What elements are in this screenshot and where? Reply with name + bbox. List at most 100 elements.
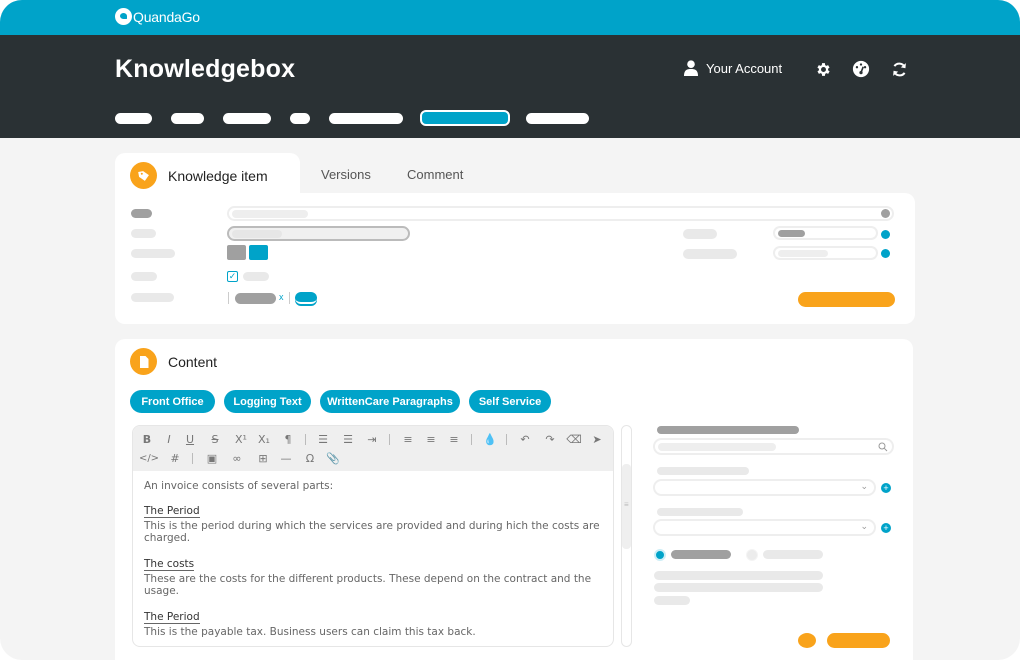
panel-select-1[interactable]: ⌄ [653, 479, 876, 496]
italic-icon[interactable]: I [162, 432, 176, 446]
divider [289, 292, 290, 304]
checkbox[interactable]: ✓ [227, 271, 238, 282]
refresh-button[interactable] [889, 59, 909, 79]
top-bar: QuandaGo [0, 0, 1020, 35]
panel-search-input[interactable] [653, 438, 894, 455]
toolbar-separator [506, 434, 507, 445]
refresh-icon [892, 62, 906, 76]
header: Knowledgebox Your Account [0, 35, 1020, 138]
horizontal-rule-icon[interactable]: — [279, 451, 293, 465]
section-heading: The costs [144, 558, 195, 571]
chevron-down-icon: ⌄ [860, 521, 868, 531]
nav-item[interactable] [526, 113, 589, 124]
bold-icon[interactable]: B [140, 432, 154, 446]
panel-select-2[interactable]: ⌄ [653, 519, 876, 536]
add-icon[interactable]: + [881, 523, 891, 533]
category-front-office[interactable]: Front Office [130, 390, 215, 413]
content-header: Content [130, 348, 217, 375]
subscript-icon[interactable]: X₁ [257, 432, 271, 446]
save-button[interactable] [798, 292, 895, 307]
undo-icon[interactable]: ↶ [518, 432, 532, 446]
radio-label [671, 550, 731, 559]
special-char-icon[interactable]: Ω [303, 451, 317, 465]
section-heading: The Period [144, 505, 200, 518]
right-input-2[interactable] [773, 246, 878, 260]
redo-icon[interactable]: ↷ [543, 432, 557, 446]
toolbar-separator [305, 434, 306, 445]
nav-item[interactable] [171, 113, 204, 124]
page-title: Knowledgebox [115, 55, 296, 83]
section-text: This is the period during which the serv… [144, 520, 600, 544]
tag-icon [130, 162, 157, 189]
editor-toolbar: B I U S X¹ X₁ ¶ ☰ ☰ ⇥ ≡ ≡ ≡ 💧 ↶ ↷ ⌫ ➤ </… [133, 426, 613, 471]
toolbar-separator [192, 453, 193, 464]
indent-icon[interactable]: ⇥ [365, 432, 379, 446]
attachment-icon[interactable]: 📎 [326, 451, 340, 465]
ordered-list-icon[interactable]: ☰ [316, 432, 330, 446]
tag-chip[interactable] [235, 293, 276, 304]
tab-versions[interactable]: Versions [321, 167, 371, 182]
field-label [131, 229, 156, 238]
logo[interactable]: QuandaGo [115, 8, 200, 25]
remove-tag-icon[interactable]: x [279, 292, 284, 302]
link-icon[interactable]: ∞ [230, 451, 244, 465]
image-icon[interactable]: ▣ [205, 451, 219, 465]
color-drop-icon[interactable]: 💧 [483, 432, 497, 446]
chevron-down-icon: ⌄ [860, 481, 868, 491]
option-blue[interactable] [249, 245, 268, 260]
info-dot[interactable] [881, 249, 890, 258]
grip-icon: ≡ [624, 500, 629, 509]
select-cursor-icon[interactable]: ➤ [590, 432, 604, 446]
align-right-icon[interactable]: ≡ [447, 432, 461, 446]
unordered-list-icon[interactable]: ☰ [341, 432, 355, 446]
category-writtencare-paragraphs[interactable]: WrittenCare Paragraphs [320, 390, 460, 413]
editor-content[interactable]: An invoice consists of several parts: Th… [133, 471, 613, 646]
primary-action-button[interactable] [827, 633, 890, 648]
title-input[interactable] [227, 206, 894, 221]
dashboard-button[interactable] [851, 59, 871, 79]
option-grey[interactable] [227, 245, 246, 260]
account-link[interactable]: Your Account [684, 60, 782, 76]
nav-item-active[interactable] [420, 110, 510, 126]
nav-item[interactable] [223, 113, 271, 124]
superscript-icon[interactable]: X¹ [234, 432, 248, 446]
rich-text-editor: B I U S X¹ X₁ ¶ ☰ ☰ ⇥ ≡ ≡ ≡ 💧 ↶ ↷ ⌫ ➤ </… [132, 425, 614, 647]
toolbar-separator [389, 434, 390, 445]
hashtag-icon[interactable]: # [168, 451, 182, 465]
nav-item[interactable] [290, 113, 310, 124]
pane-splitter[interactable]: ≡ [621, 425, 632, 647]
category-self-service[interactable]: Self Service [469, 390, 551, 413]
secondary-action-button[interactable] [798, 633, 816, 648]
info-dot[interactable] [881, 230, 890, 239]
add-tag-chip[interactable] [295, 292, 317, 304]
tab-knowledge-item[interactable]: Knowledge item [115, 153, 300, 198]
panel-text-line [654, 583, 823, 592]
input-placeholder [778, 250, 828, 257]
align-center-icon[interactable]: ≡ [424, 432, 438, 446]
input-placeholder [232, 210, 308, 218]
table-icon[interactable]: ⊞ [256, 451, 270, 465]
field-label [131, 272, 157, 281]
nav-item[interactable] [329, 113, 403, 124]
strikethrough-icon[interactable]: S [208, 432, 222, 446]
radio-selected[interactable] [654, 549, 666, 561]
align-left-icon[interactable]: ≡ [401, 432, 415, 446]
panel-text-line [654, 571, 823, 580]
nav-item[interactable] [115, 113, 152, 124]
panel-title [657, 426, 799, 434]
paragraph-icon[interactable]: ¶ [281, 432, 295, 446]
settings-button[interactable] [813, 59, 833, 79]
field-label [657, 508, 743, 516]
right-input-1[interactable] [773, 226, 878, 240]
category-logging-text[interactable]: Logging Text [224, 390, 311, 413]
code-icon[interactable]: </> [139, 451, 159, 465]
type-input[interactable] [227, 226, 410, 241]
toolbar-separator [471, 434, 472, 445]
add-icon[interactable]: + [881, 483, 891, 493]
account-label: Your Account [706, 60, 783, 76]
app-window: QuandaGo Knowledgebox Your Account Knowl… [0, 0, 1020, 660]
eraser-icon[interactable]: ⌫ [566, 432, 582, 446]
tab-comment[interactable]: Comment [407, 167, 463, 182]
underline-icon[interactable]: U [183, 432, 197, 446]
radio-unselected[interactable] [746, 549, 758, 561]
